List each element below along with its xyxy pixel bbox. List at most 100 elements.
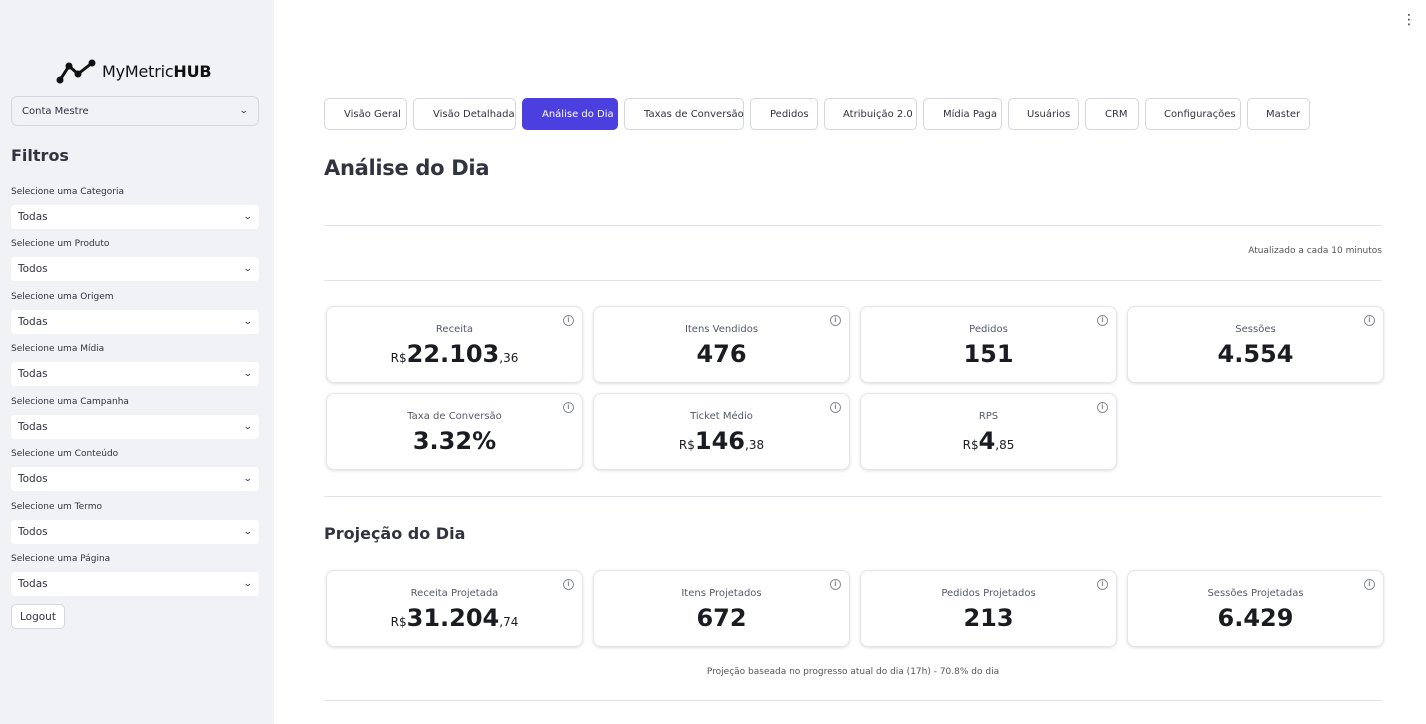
metric-label: Receita: [435, 324, 474, 335]
projection-card-sessoes: i Sessões Projetadas 6.429: [1127, 570, 1384, 647]
tab-visao-detalhada[interactable]: Visão Detalhada: [413, 98, 516, 130]
info-icon[interactable]: i: [1364, 579, 1375, 590]
metric-value: 4.554: [1217, 340, 1294, 368]
info-icon[interactable]: i: [1097, 315, 1108, 326]
chevron-down-icon: ⌄: [243, 422, 254, 432]
tab-taxas-de-conversao[interactable]: Taxas de Conversão: [624, 98, 744, 130]
metric-label: Sessões: [1235, 324, 1276, 335]
filter-category: Selecione uma Categoria Todas ⌄: [11, 185, 259, 229]
tab-pedidos[interactable]: Pedidos: [750, 98, 818, 130]
filter-value: Todos: [18, 526, 48, 538]
tab-visao-geral[interactable]: Visão Geral: [324, 98, 407, 130]
sidebar: MyMetricHUB Conta Mestre ⌄ Filtros Selec…: [0, 0, 274, 724]
filter-label: Selecione uma Campanha: [11, 397, 129, 407]
metric-card-taxa-conversao: i Taxa de Conversão 3.32%: [326, 393, 583, 470]
projection-note: Projeção baseada no progresso atual do d…: [706, 667, 1000, 677]
filter-media: Selecione uma Mídia Todas ⌄: [11, 342, 259, 386]
filter-label: Selecione uma Origem: [11, 292, 114, 302]
divider: [324, 496, 1382, 497]
metric-value: R$146,38: [678, 427, 765, 455]
chevron-down-icon: ⌄: [243, 527, 254, 537]
metric-value: 3.32%: [412, 427, 497, 455]
filter-content: Selecione um Conteúdo Todos ⌄: [11, 447, 259, 491]
account-select[interactable]: Conta Mestre ⌄: [11, 96, 259, 126]
tab-bar: Visão Geral Visão Detalhada Análise do D…: [324, 98, 1310, 130]
info-icon[interactable]: i: [830, 579, 841, 590]
metric-label: RPS: [978, 411, 999, 422]
metric-value: 672: [696, 604, 747, 632]
projection-card-receita: i Receita Projetada R$31.204,74: [326, 570, 583, 647]
chevron-down-icon: ⌄: [243, 264, 254, 274]
metric-card-itens-vendidos: i Itens Vendidos 476: [593, 306, 850, 383]
info-icon[interactable]: i: [830, 402, 841, 413]
origin-select[interactable]: Todas ⌄: [11, 310, 259, 334]
filter-product: Selecione um Produto Todos ⌄: [11, 237, 259, 281]
info-icon[interactable]: i: [1097, 402, 1108, 413]
metric-value: 151: [963, 340, 1014, 368]
tab-atribuicao[interactable]: Atribuição 2.0: [824, 98, 917, 130]
term-select[interactable]: Todos ⌄: [11, 520, 259, 544]
content-select[interactable]: Todos ⌄: [11, 467, 259, 491]
filter-value: Todas: [18, 211, 48, 223]
metric-card-receita: i Receita R$22.103,36: [326, 306, 583, 383]
tab-usuarios[interactable]: Usuários: [1008, 98, 1079, 130]
metric-card-pedidos: i Pedidos 151: [860, 306, 1117, 383]
info-icon[interactable]: i: [563, 402, 574, 413]
chevron-down-icon: ⌄: [243, 212, 254, 222]
metric-label: Pedidos Projetados: [941, 588, 1036, 599]
metric-value: R$4,85: [962, 427, 1015, 455]
metric-label: Itens Projetados: [681, 588, 762, 599]
chevron-down-icon: ⌄: [239, 106, 250, 116]
filter-value: Todas: [18, 578, 48, 590]
brand-name: MyMetricHUB: [102, 61, 212, 81]
metric-label: Taxa de Conversão: [407, 411, 502, 422]
metric-card-ticket-medio: i Ticket Médio R$146,38: [593, 393, 850, 470]
category-select[interactable]: Todas ⌄: [11, 205, 259, 229]
metric-value: R$31.204,74: [390, 604, 519, 632]
tab-crm[interactable]: CRM: [1085, 98, 1139, 130]
more-options-icon[interactable]: ⋮: [1402, 13, 1416, 27]
tab-midia-paga[interactable]: Mídia Paga: [923, 98, 1002, 130]
info-icon[interactable]: i: [1097, 579, 1108, 590]
filter-origin: Selecione uma Origem Todas ⌄: [11, 290, 259, 334]
metric-value: 213: [963, 604, 1014, 632]
page-select[interactable]: Todas ⌄: [11, 572, 259, 596]
media-select[interactable]: Todas ⌄: [11, 362, 259, 386]
chevron-down-icon: ⌄: [243, 317, 254, 327]
filter-value: Todas: [18, 421, 48, 433]
metric-card-rps: i RPS R$4,85: [860, 393, 1117, 470]
chevron-down-icon: ⌄: [243, 579, 254, 589]
filter-value: Todas: [18, 368, 48, 380]
filter-value: Todas: [18, 316, 48, 328]
metric-label: Receita Projetada: [410, 588, 499, 599]
page-title: Análise do Dia: [324, 156, 490, 180]
tab-master[interactable]: Master: [1247, 98, 1310, 130]
metric-label: Sessões Projetadas: [1207, 588, 1304, 599]
account-select-value: Conta Mestre: [22, 105, 89, 117]
filter-label: Selecione um Produto: [11, 239, 110, 249]
chevron-down-icon: ⌄: [243, 474, 254, 484]
info-icon[interactable]: i: [1364, 315, 1375, 326]
product-select[interactable]: Todos ⌄: [11, 257, 259, 281]
metric-label: Itens Vendidos: [684, 324, 759, 335]
metric-label: Ticket Médio: [690, 411, 753, 422]
divider: [324, 280, 1382, 281]
logout-button[interactable]: Logout: [11, 604, 65, 629]
filter-label: Selecione uma Categoria: [11, 187, 124, 197]
metric-label: Pedidos: [969, 324, 1008, 335]
campaign-select[interactable]: Todas ⌄: [11, 415, 259, 439]
projection-title: Projeção do Dia: [324, 524, 466, 543]
projection-card-itens: i Itens Projetados 672: [593, 570, 850, 647]
info-icon[interactable]: i: [830, 315, 841, 326]
filter-value: Todos: [18, 263, 48, 275]
tab-analise-do-dia[interactable]: Análise do Dia: [522, 98, 618, 130]
brand-logo: MyMetricHUB: [56, 58, 212, 84]
filter-value: Todos: [18, 473, 48, 485]
filter-campaign: Selecione uma Campanha Todas ⌄: [11, 395, 259, 439]
info-icon[interactable]: i: [563, 579, 574, 590]
filter-label: Selecione um Conteúdo: [11, 449, 119, 459]
info-icon[interactable]: i: [563, 315, 574, 326]
filter-label: Selecione um Termo: [11, 502, 102, 512]
tab-configuracoes[interactable]: Configurações: [1145, 98, 1241, 130]
projection-card-pedidos: i Pedidos Projetados 213: [860, 570, 1117, 647]
